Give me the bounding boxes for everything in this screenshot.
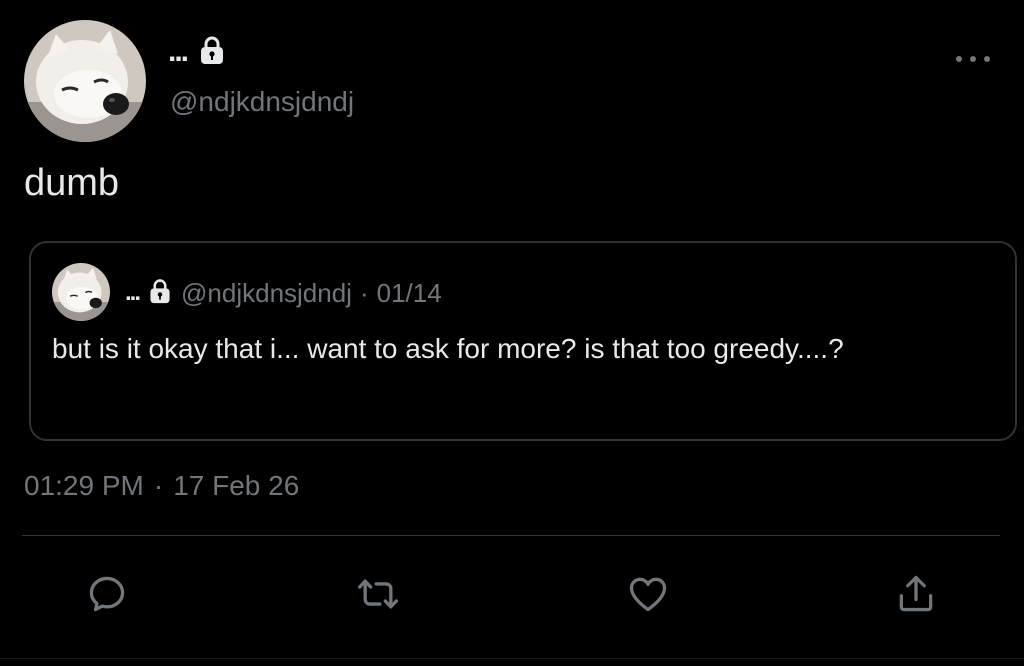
heart-icon [629,577,667,612]
separator-dot: · [359,277,369,308]
divider [22,535,1000,536]
tweet-detail: ... @ndjkdnsjdndj dumb ... @ndjkdnsjdndj… [0,0,1024,666]
quoted-text: but is it okay that i... want to ask for… [52,333,844,364]
quoted-handle: @ndjkdnsjdndj [181,277,352,308]
quoted-author-avatar [52,263,110,321]
author-name-row: ... [168,32,227,72]
bottom-border [0,658,1024,659]
share-button[interactable] [894,572,938,616]
retweet-icon [358,579,398,609]
lock-icon [147,278,173,309]
retweet-button[interactable] [356,572,400,616]
like-button[interactable] [626,572,670,616]
more-dot [970,56,976,62]
reply-icon [89,576,125,612]
quoted-header: ... @ndjkdnsjdndj · 01/14 [125,273,442,313]
reply-button[interactable] [85,572,129,616]
share-icon [899,575,933,612]
quoted-date: 01/14 [376,277,442,308]
quoted-display-name: ... [125,279,141,306]
dog-avatar-image [52,263,110,321]
more-dot [984,56,990,62]
tweet-date: 17 Feb 26 [173,470,300,501]
more-dot [956,56,962,62]
tweet-time: 01:29 PM [24,470,144,501]
separator-dot: · [153,470,164,501]
dog-avatar-image [24,20,146,142]
author-handle[interactable]: @ndjkdnsjdndj [170,86,354,118]
tweet-timestamp[interactable]: 01:29 PM · 17 Feb 26 [24,470,299,502]
author-avatar[interactable] [24,20,146,142]
more-options-icon[interactable] [956,50,990,68]
author-display-name[interactable]: ... [168,35,189,69]
quoted-tweet-card[interactable]: ... @ndjkdnsjdndj · 01/14 but is it okay… [29,241,1017,441]
lock-icon [197,35,227,70]
tweet-text: dumb [24,162,120,204]
